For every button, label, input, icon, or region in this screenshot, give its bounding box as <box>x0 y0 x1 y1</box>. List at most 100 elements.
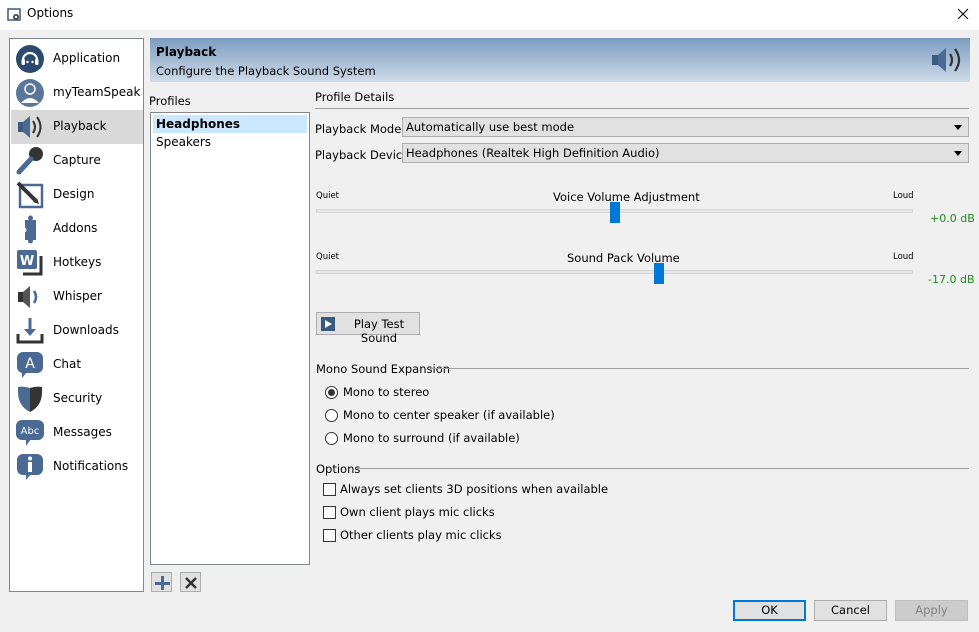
info-icon <box>17 454 43 480</box>
playback-device-value: Headphones (Realtek High Definition Audi… <box>406 146 660 160</box>
options-title: Options <box>316 462 361 476</box>
sidebar-item-design[interactable]: Design <box>11 178 143 212</box>
chat-icon: A <box>17 352 43 378</box>
sidebar-item-label: Playback <box>53 119 107 133</box>
play-test-sound-button[interactable]: Play Test Sound <box>316 312 420 345</box>
whisper-icon <box>18 286 38 308</box>
window-title: Options <box>27 6 74 20</box>
sidebar-item-label: Capture <box>53 153 101 167</box>
sidebar-item-label: Notifications <box>53 459 129 473</box>
mono-expansion-title: Mono Sound Expansion <box>316 362 451 376</box>
profile-details-title: Profile Details <box>315 90 395 104</box>
sidebar-item-label: Design <box>53 187 95 201</box>
sidebar-item-capture[interactable]: Capture <box>11 144 143 178</box>
voice-volume-min-label: Quiet <box>316 191 340 201</box>
speaker-icon <box>18 116 42 138</box>
sound-pack-min-label: Quiet <box>316 252 340 262</box>
sidebar-item-application[interactable]: Application <box>11 42 143 76</box>
ok-button[interactable]: OK <box>733 600 806 621</box>
sidebar-item-label: Addons <box>53 221 98 235</box>
download-icon <box>16 318 44 344</box>
radio-label: Mono to center speaker (if available) <box>343 408 555 422</box>
profiles-list: Headphones Speakers <box>150 112 310 565</box>
voice-volume-title: Voice Volume Adjustment <box>553 190 700 204</box>
checkbox-label: Own client plays mic clicks <box>340 505 495 519</box>
voice-volume-value: +0.0 dB <box>930 212 975 225</box>
checkbox-label: Other clients play mic clicks <box>340 528 502 542</box>
speaker-icon <box>932 48 961 72</box>
sidebar-item-hotkeys[interactable]: W Hotkeys <box>11 246 143 280</box>
category-sidebar: Application myTeamSpeak Playback Capture <box>9 38 144 592</box>
pencil-icon <box>16 181 44 209</box>
sidebar-item-label: Security <box>53 391 103 405</box>
keyboard-key-icon: W <box>17 250 43 276</box>
sidebar-item-label: Chat <box>53 357 82 371</box>
divider <box>357 468 969 469</box>
puzzle-icon <box>21 215 36 244</box>
add-profile-button[interactable] <box>151 572 172 592</box>
checkbox[interactable] <box>323 483 336 496</box>
apply-button[interactable]: Apply <box>895 600 968 621</box>
sidebar-item-downloads[interactable]: Downloads <box>11 314 143 348</box>
page-title: Playback <box>156 45 217 59</box>
sidebar-item-chat[interactable]: A Chat <box>11 348 143 382</box>
sound-pack-slider-thumb[interactable] <box>654 263 665 284</box>
sidebar-item-whisper[interactable]: Whisper <box>11 280 143 314</box>
playback-device-select[interactable]: Headphones (Realtek High Definition Audi… <box>402 143 969 163</box>
profile-item-headphones[interactable]: Headphones <box>153 115 307 133</box>
sidebar-item-label: Hotkeys <box>53 255 102 269</box>
sidebar-item-myteamspeak[interactable]: myTeamSpeak <box>11 76 143 110</box>
sidebar-item-addons[interactable]: Addons <box>11 212 143 246</box>
shield-icon <box>18 386 42 412</box>
headset-icon <box>16 45 44 73</box>
sidebar-item-playback[interactable]: Playback <box>11 110 143 144</box>
voice-volume-max-label: Loud <box>893 191 914 201</box>
sidebar-item-label: Whisper <box>53 289 102 303</box>
sidebar-item-security[interactable]: Security <box>11 382 143 416</box>
sidebar-item-label: myTeamSpeak <box>53 85 141 99</box>
close-icon[interactable] <box>952 4 974 24</box>
svg-text:Abc: Abc <box>21 426 40 437</box>
radio-label: Mono to surround (if available) <box>343 431 520 445</box>
sound-pack-slider-track[interactable] <box>316 270 913 274</box>
radio-label: Mono to stereo <box>343 385 430 399</box>
checkbox[interactable] <box>323 529 336 542</box>
divider <box>430 368 969 369</box>
sidebar-item-notifications[interactable]: Notifications <box>11 450 143 484</box>
plus-icon <box>155 576 170 590</box>
playback-mode-value: Automatically use best mode <box>406 120 575 134</box>
microphone-icon <box>16 147 43 175</box>
checkbox-label: Always set clients 3D positions when ava… <box>340 482 609 496</box>
profile-item-speakers[interactable]: Speakers <box>153 133 307 151</box>
page-header-banner: Playback Configure the Playback Sound Sy… <box>150 38 970 82</box>
sidebar-item-label: Messages <box>53 425 112 439</box>
cancel-button[interactable]: Cancel <box>814 600 887 621</box>
chevron-down-icon <box>954 151 962 156</box>
messages-icon: Abc <box>16 420 44 446</box>
x-icon <box>185 577 197 589</box>
page-subtitle: Configure the Playback Sound System <box>156 64 376 78</box>
chevron-down-icon <box>954 125 962 130</box>
radio-button[interactable] <box>325 386 338 399</box>
svg-text:A: A <box>25 356 35 372</box>
title-bar: Options <box>0 0 979 30</box>
playback-mode-label: Playback Mode: <box>315 122 406 136</box>
user-icon <box>16 79 44 107</box>
radio-button[interactable] <box>325 432 338 445</box>
sound-pack-max-label: Loud <box>893 252 914 262</box>
sidebar-item-label: Downloads <box>53 323 119 337</box>
settings-window-icon <box>7 8 21 21</box>
divider <box>315 108 969 109</box>
voice-volume-slider-thumb[interactable] <box>609 202 620 223</box>
profiles-label: Profiles <box>149 94 191 108</box>
checkbox[interactable] <box>323 506 336 519</box>
play-icon <box>321 317 335 331</box>
play-test-sound-label: Play Test Sound <box>353 317 405 345</box>
sidebar-item-messages[interactable]: Abc Messages <box>11 416 143 450</box>
svg-text:W: W <box>20 254 34 269</box>
playback-mode-select[interactable]: Automatically use best mode <box>402 117 969 137</box>
remove-profile-button[interactable] <box>180 572 201 592</box>
radio-button[interactable] <box>325 409 338 422</box>
sound-pack-value: -17.0 dB <box>928 273 975 286</box>
sidebar-item-label: Application <box>53 51 121 65</box>
